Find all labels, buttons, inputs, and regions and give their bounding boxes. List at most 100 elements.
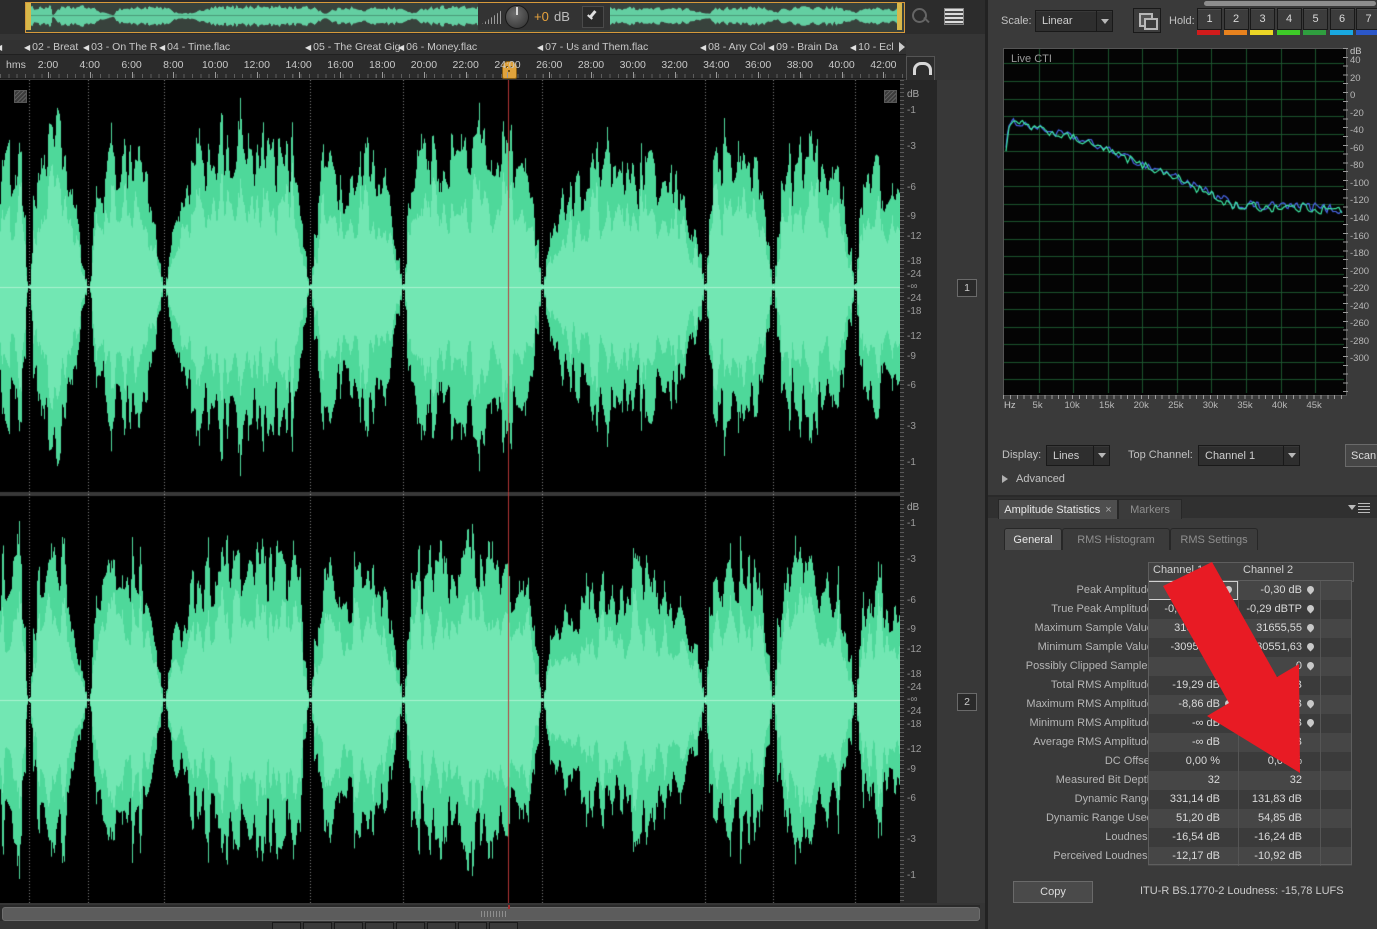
hold-button-5[interactable]: 5 [1303, 8, 1328, 30]
list-view-icon[interactable] [944, 8, 964, 25]
track-marker[interactable]: ◀09 - Brain Da [768, 40, 838, 54]
track-marker[interactable]: ◀06 - Money.flac [398, 40, 477, 54]
top-channel-dropdown[interactable]: Channel 1 [1198, 445, 1300, 466]
marker-flag-icon: ◀ [537, 43, 543, 52]
stats-value-c2[interactable]: 31655,55 [1238, 622, 1302, 634]
timeline-ruler[interactable]: hms 2:004:006:008:0010:0012:0014:0016:00… [0, 55, 906, 79]
hold-button-7[interactable]: 7 [1356, 8, 1377, 30]
waveform-display[interactable] [0, 80, 900, 903]
gain-value[interactable]: +0 [534, 9, 549, 24]
scrollbar-thumb[interactable] [2, 907, 980, 921]
stats-value-c2[interactable]: 0,00 % [1238, 755, 1302, 767]
overview-left-handle[interactable] [26, 3, 31, 30]
stats-value-c1[interactable]: -30958,63 [1148, 641, 1220, 653]
stats-value-c1[interactable]: 331,14 dB [1148, 793, 1220, 805]
track-marker[interactable]: ◀03 - On The R [83, 40, 158, 54]
ruler-tick-label: -3 [907, 834, 916, 845]
panel-menu-icon[interactable] [1356, 503, 1372, 513]
transport-button[interactable] [334, 922, 363, 929]
stats-value-c2[interactable]: -19,43 dB [1238, 679, 1302, 691]
stats-value-c1[interactable]: 0,00 % [1148, 755, 1220, 767]
track-marker[interactable]: ◀04 - Time.flac [159, 40, 230, 54]
transport-button[interactable] [427, 922, 456, 929]
copy-button[interactable]: Copy [1013, 881, 1093, 903]
stats-value-c2[interactable]: -30551,63 [1238, 641, 1302, 653]
marker-flag-icon: ◀ [305, 43, 311, 52]
stats-value-c1[interactable]: -8,86 dB [1148, 698, 1220, 710]
zoom-tool-icon[interactable] [910, 6, 932, 28]
stats-value-c2[interactable]: -16,24 dB [1238, 831, 1302, 843]
track-marker[interactable]: ◀08 - Any Col [700, 40, 765, 54]
hold-button-4[interactable]: 4 [1277, 8, 1302, 30]
stats-row-label: Peak Amplitude: [968, 584, 1156, 596]
stats-value-c2[interactable]: -∞ dB [1238, 717, 1302, 729]
hold-color-strip [1277, 30, 1300, 35]
stats-value-c1[interactable]: -12,17 dB [1148, 850, 1220, 862]
stats-row-label: Perceived Loudness: [968, 850, 1156, 862]
x-axis-tick-label: 5k [1026, 400, 1050, 411]
tab-amplitude-statistics[interactable]: Amplitude Statistics × [998, 499, 1118, 519]
stats-value-c2[interactable]: -0,29 dBTP [1238, 603, 1302, 615]
display-dropdown[interactable]: Lines [1046, 445, 1110, 466]
transport-button[interactable] [458, 922, 487, 929]
transport-button[interactable] [272, 922, 301, 929]
transport-button[interactable] [396, 922, 425, 929]
stats-value-c1[interactable]: 0 [1148, 660, 1220, 672]
monitor-button[interactable] [906, 56, 935, 83]
stats-value-c1[interactable]: -∞ dB [1148, 736, 1220, 748]
marker-label: 07 - Us and Them.flac [545, 41, 648, 53]
stats-value-c1[interactable]: 32 [1148, 774, 1220, 786]
stats-tab-rms-settings[interactable]: RMS Settings [1170, 528, 1258, 550]
tab-markers[interactable]: Markers [1118, 499, 1182, 519]
stats-value-c2[interactable]: 54,85 dB [1238, 812, 1302, 824]
markers-overflow-icon[interactable] [899, 42, 905, 52]
timeline-tick-label: 18:00 [365, 59, 399, 71]
markers-row[interactable]: ◀ ◀02 - Breat ◀03 - On The R◀04 - Time.fla… [0, 40, 906, 55]
stats-value-c2[interactable]: -10,92 dB [1238, 850, 1302, 862]
transport-button[interactable] [365, 922, 394, 929]
pin-hud-button[interactable] [582, 6, 604, 28]
spectrum-plot[interactable]: Live CTI [1003, 48, 1347, 396]
stats-tab-general[interactable]: General [1004, 528, 1062, 550]
stats-value-c1[interactable]: 51,20 dB [1148, 812, 1220, 824]
track-marker[interactable]: ◀02 - Breat [24, 40, 78, 54]
corner-grip-right-icon[interactable] [884, 90, 897, 103]
stats-value-c2[interactable]: 32 [1238, 774, 1302, 786]
stats-value-c2[interactable]: -0,30 dB [1238, 584, 1302, 596]
timeline-tick-label: 42:00 [866, 59, 900, 71]
stats-value-c2[interactable]: -8,97 dB [1238, 698, 1302, 710]
transport-button[interactable] [489, 922, 518, 929]
ruler-tick-label: -18 [907, 306, 921, 317]
ruler-tick-label: -18 [907, 256, 921, 267]
track-marker[interactable]: ◀07 - Us and Them.flac [537, 40, 648, 54]
marker-label: 06 - Money.flac [406, 41, 477, 53]
track-marker[interactable]: ◀10 - Ecl [850, 40, 894, 54]
overview-strip[interactable] [25, 2, 905, 33]
stats-value-c1[interactable]: -∞ dB [1148, 717, 1220, 729]
track-marker[interactable]: ◀ [0, 40, 4, 54]
hold-button-6[interactable]: 6 [1330, 8, 1355, 30]
advanced-toggle[interactable]: Advanced [1002, 471, 1122, 487]
hold-color-strip [1224, 30, 1247, 35]
hold-button-1[interactable]: 1 [1197, 8, 1222, 30]
gain-knob[interactable] [505, 5, 529, 29]
stats-value-c2[interactable]: -∞ dB [1238, 736, 1302, 748]
stats-value-c1[interactable]: -0,30 dBTP [1148, 603, 1220, 615]
track-marker[interactable]: ◀05 - The Great Gig [305, 40, 401, 54]
overview-waveform[interactable] [26, 3, 902, 30]
stats-value-c1[interactable]: 31655,55 [1148, 622, 1220, 634]
scan-button[interactable]: Scan [1345, 444, 1377, 467]
overview-right-handle[interactable] [897, 3, 902, 30]
transport-button[interactable] [303, 922, 332, 929]
stats-value-c2[interactable]: 0 [1238, 660, 1302, 672]
close-icon[interactable]: × [1105, 504, 1111, 516]
hold-button-3[interactable]: 3 [1250, 8, 1275, 30]
stats-value-c1[interactable]: -16,54 dB [1148, 831, 1220, 843]
ruler-tick-label: -6 [907, 595, 916, 606]
stats-tab-rms-histogram[interactable]: RMS Histogram [1062, 528, 1170, 550]
corner-grip-left-icon[interactable] [14, 90, 27, 103]
hold-button-2[interactable]: 2 [1224, 8, 1249, 30]
stats-value-c2[interactable]: 131,83 dB [1238, 793, 1302, 805]
horizontal-scrollbar[interactable] [0, 905, 980, 921]
stats-value-c1[interactable]: -19,29 dB [1148, 679, 1220, 691]
